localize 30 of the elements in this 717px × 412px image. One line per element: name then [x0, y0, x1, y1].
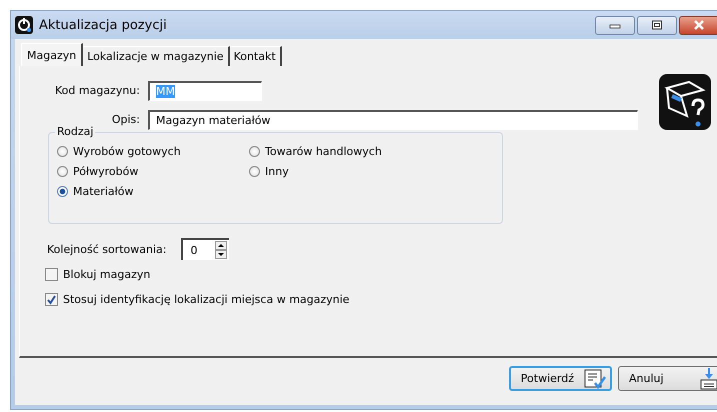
checklist-icon — [584, 368, 606, 388]
text-field[interactable]: Magazyn materiałów — [148, 110, 638, 130]
checkbox-option[interactable]: Stosuj identyfikację lokalizacji miejsca w magazynie — [45, 293, 713, 306]
spinner-arrows-icon — [214, 241, 226, 259]
maximize-button[interactable] — [637, 16, 677, 34]
radio-option[interactable]: Inny — [249, 165, 502, 178]
close-button[interactable] — [679, 16, 717, 34]
radio-option[interactable]: Materiałów — [57, 185, 249, 198]
field-label: Kolejność sortowania: — [47, 242, 166, 256]
field-label: Opis: — [110, 113, 140, 126]
field-label: Kod magazynu: — [54, 84, 140, 97]
dialog-button[interactable]: Potwierdź — [508, 366, 612, 391]
radio-option[interactable]: Półwyrobów — [57, 165, 249, 178]
number-spinner[interactable]: 0 — [180, 238, 228, 260]
window-title: Aktualizacja pozycji — [39, 18, 168, 32]
checkbox-option[interactable]: Blokuj magazyn — [45, 268, 713, 281]
close-icon — [692, 20, 706, 30]
app-icon — [15, 16, 33, 34]
tab[interactable]: Magazyn — [21, 43, 84, 66]
dialog-button[interactable]: Anuluj — [618, 366, 717, 391]
tab[interactable]: Kontakt — [230, 46, 282, 66]
maximize-icon — [651, 20, 663, 30]
tray-arrow-icon — [700, 368, 717, 390]
tab[interactable]: Lokalizacje w magazynie — [83, 46, 230, 66]
box-question-icon — [659, 74, 711, 130]
minimize-button[interactable] — [595, 16, 635, 34]
radio-option[interactable]: Wyrobów gotowych — [57, 145, 249, 158]
checkmark-icon — [46, 294, 57, 305]
group-title: Rodzaj — [55, 125, 96, 138]
radio-option[interactable]: Towarów handlowych — [249, 145, 502, 158]
